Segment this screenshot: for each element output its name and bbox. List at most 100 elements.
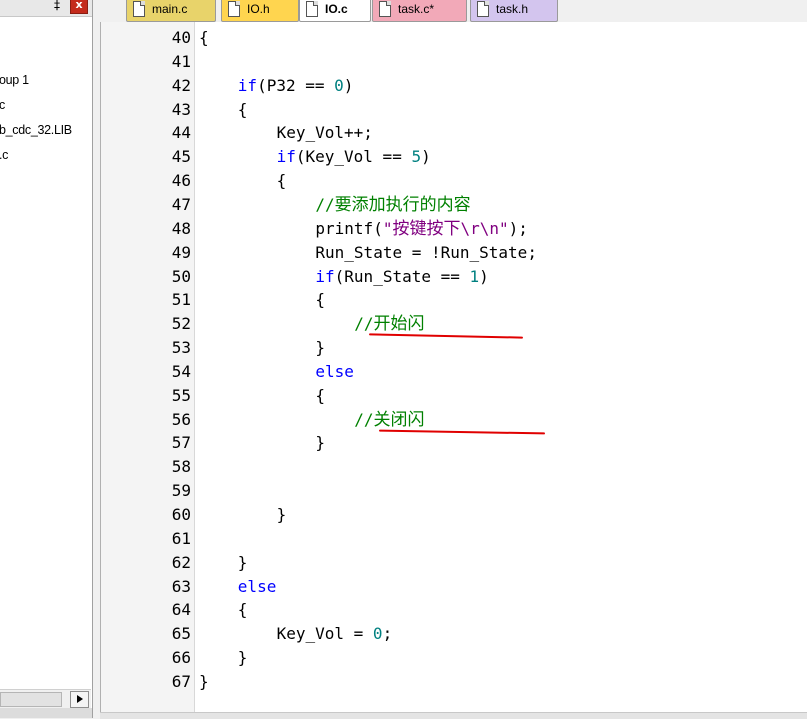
code-line[interactable]: 47 //要添加执行的内容 (101, 193, 807, 217)
code-line[interactable]: 49 Run_State = !Run_State; (101, 241, 807, 265)
code-token: } (199, 671, 209, 691)
tab-task-c[interactable]: task.c* (372, 0, 467, 22)
tab-main-c[interactable]: main.c (126, 0, 216, 22)
code-line[interactable]: 67} (101, 670, 807, 694)
line-number: 47 (171, 194, 191, 214)
file-icon (379, 1, 391, 17)
line-number: 43 (171, 99, 191, 119)
code-text: } (277, 503, 287, 527)
code-token: } (315, 338, 326, 358)
code-line[interactable]: 63 else (101, 575, 807, 599)
code-token: printf( (315, 218, 383, 238)
line-number: 50 (171, 266, 191, 286)
code-line[interactable]: 48 printf("按键按下\r\n"); (101, 217, 807, 241)
code-line[interactable]: 57} (101, 431, 807, 455)
tree-item-file[interactable]: .c (0, 148, 8, 162)
panel-bottom-strip (0, 708, 92, 718)
code-token: (Run_State == (334, 266, 470, 286)
line-number: 63 (171, 576, 191, 596)
line-number: 52 (171, 314, 191, 334)
code-line[interactable]: 50 if(Run_State == 1) (101, 265, 807, 289)
code-token: 按键按下 (392, 218, 461, 239)
horizontal-scrollbar[interactable] (0, 689, 91, 708)
line-number: 45 (171, 147, 191, 167)
pin-icon[interactable]: ‡ (50, 0, 64, 14)
line-number: 64 (171, 600, 191, 620)
line-number: 59 (171, 481, 191, 501)
code-line[interactable]: 59 (101, 479, 807, 503)
code-token: 1 (469, 266, 480, 286)
code-line[interactable]: 51 { (101, 288, 807, 312)
code-line[interactable]: 53} (101, 336, 807, 360)
code-line[interactable]: 61 (101, 527, 807, 551)
line-number: 51 (171, 290, 191, 310)
code-text: { (315, 288, 325, 312)
code-token: } (315, 433, 326, 453)
tab-io-c[interactable]: IO.c (299, 0, 371, 22)
line-number: 40 (171, 28, 191, 47)
code-token: { (237, 600, 248, 620)
tree-item-lib[interactable]: b_cdc_32.LIB (0, 123, 72, 137)
code-line[interactable]: 52 //开始闪 (101, 312, 807, 336)
code-token: (P32 == (257, 75, 335, 95)
scrollbar-thumb[interactable] (0, 692, 62, 707)
file-icon (306, 1, 318, 17)
code-token: 开始闪 (373, 314, 425, 335)
code-line[interactable]: 65 Key_Vol = 0; (101, 622, 807, 646)
line-number: 48 (171, 218, 191, 238)
code-text: printf("按键按下\r\n"); (315, 217, 528, 241)
line-number: 66 (171, 648, 191, 668)
code-line[interactable]: 55 { (101, 384, 807, 408)
code-line[interactable]: 45 if(Key_Vol == 5) (101, 145, 807, 169)
code-token: } (237, 648, 248, 668)
tab-label: task.h (496, 2, 529, 16)
code-line[interactable]: 41 (101, 50, 807, 74)
code-text: { (199, 26, 209, 50)
code-line[interactable]: 40 { (101, 26, 807, 50)
code-text: } (315, 431, 325, 455)
code-text: else (238, 575, 277, 599)
tree-item-group[interactable]: oup 1 (0, 73, 29, 87)
code-line[interactable]: 62} (101, 551, 807, 575)
code-text: { (315, 384, 325, 408)
code-token: } (237, 552, 248, 572)
code-line[interactable]: 44 Key_Vol++; (101, 121, 807, 145)
code-line[interactable]: 54 else (101, 360, 807, 384)
line-number: 61 (171, 528, 191, 548)
code-token: else (237, 576, 277, 596)
close-icon[interactable]: x (70, 0, 88, 14)
code-text: } (238, 646, 248, 670)
code-text: } (315, 336, 325, 360)
code-text: Key_Vol = 0; (277, 622, 393, 646)
code-line[interactable]: 56 //关闭闪 (101, 408, 807, 432)
file-icon (477, 1, 489, 17)
code-line[interactable]: 66} (101, 646, 807, 670)
line-number: 57 (171, 433, 191, 453)
code-line[interactable]: 58 (101, 455, 807, 479)
code-line[interactable]: 64 { (101, 598, 807, 622)
code-token: { (237, 99, 248, 119)
code-line[interactable]: 60} (101, 503, 807, 527)
code-token: (Key_Vol == (295, 147, 412, 167)
code-editor[interactable]: 40 {41 42 if(P32 == 0) 43 {44 Key_Vol++; 45 if(K… (100, 22, 807, 712)
code-line[interactable]: 43 { (101, 98, 807, 122)
code-line[interactable]: 46 { (101, 169, 807, 193)
code-token: Run_State = !Run_State; (315, 242, 537, 262)
tree-item-file[interactable]: c (0, 98, 5, 112)
project-panel: ‡ x oup 1 c b_cdc_32.LIB .c (0, 0, 93, 718)
line-number: 60 (171, 505, 191, 524)
code-token: 0 (372, 624, 383, 644)
code-token: } (276, 505, 287, 524)
code-text: if(Key_Vol == 5) (277, 145, 431, 169)
tab-task-h[interactable]: task.h (470, 0, 558, 22)
code-token: else (315, 361, 354, 381)
line-number: 62 (171, 552, 191, 572)
tab-io-h[interactable]: IO.h (221, 0, 299, 22)
code-token: ; (382, 624, 393, 644)
scroll-right-arrow-icon[interactable] (70, 691, 89, 708)
line-number: 55 (171, 385, 191, 405)
code-text: { (238, 598, 248, 622)
code-line[interactable]: 42 if(P32 == 0) (101, 74, 807, 98)
code-token: 5 (411, 147, 422, 167)
code-token: { (276, 171, 287, 191)
